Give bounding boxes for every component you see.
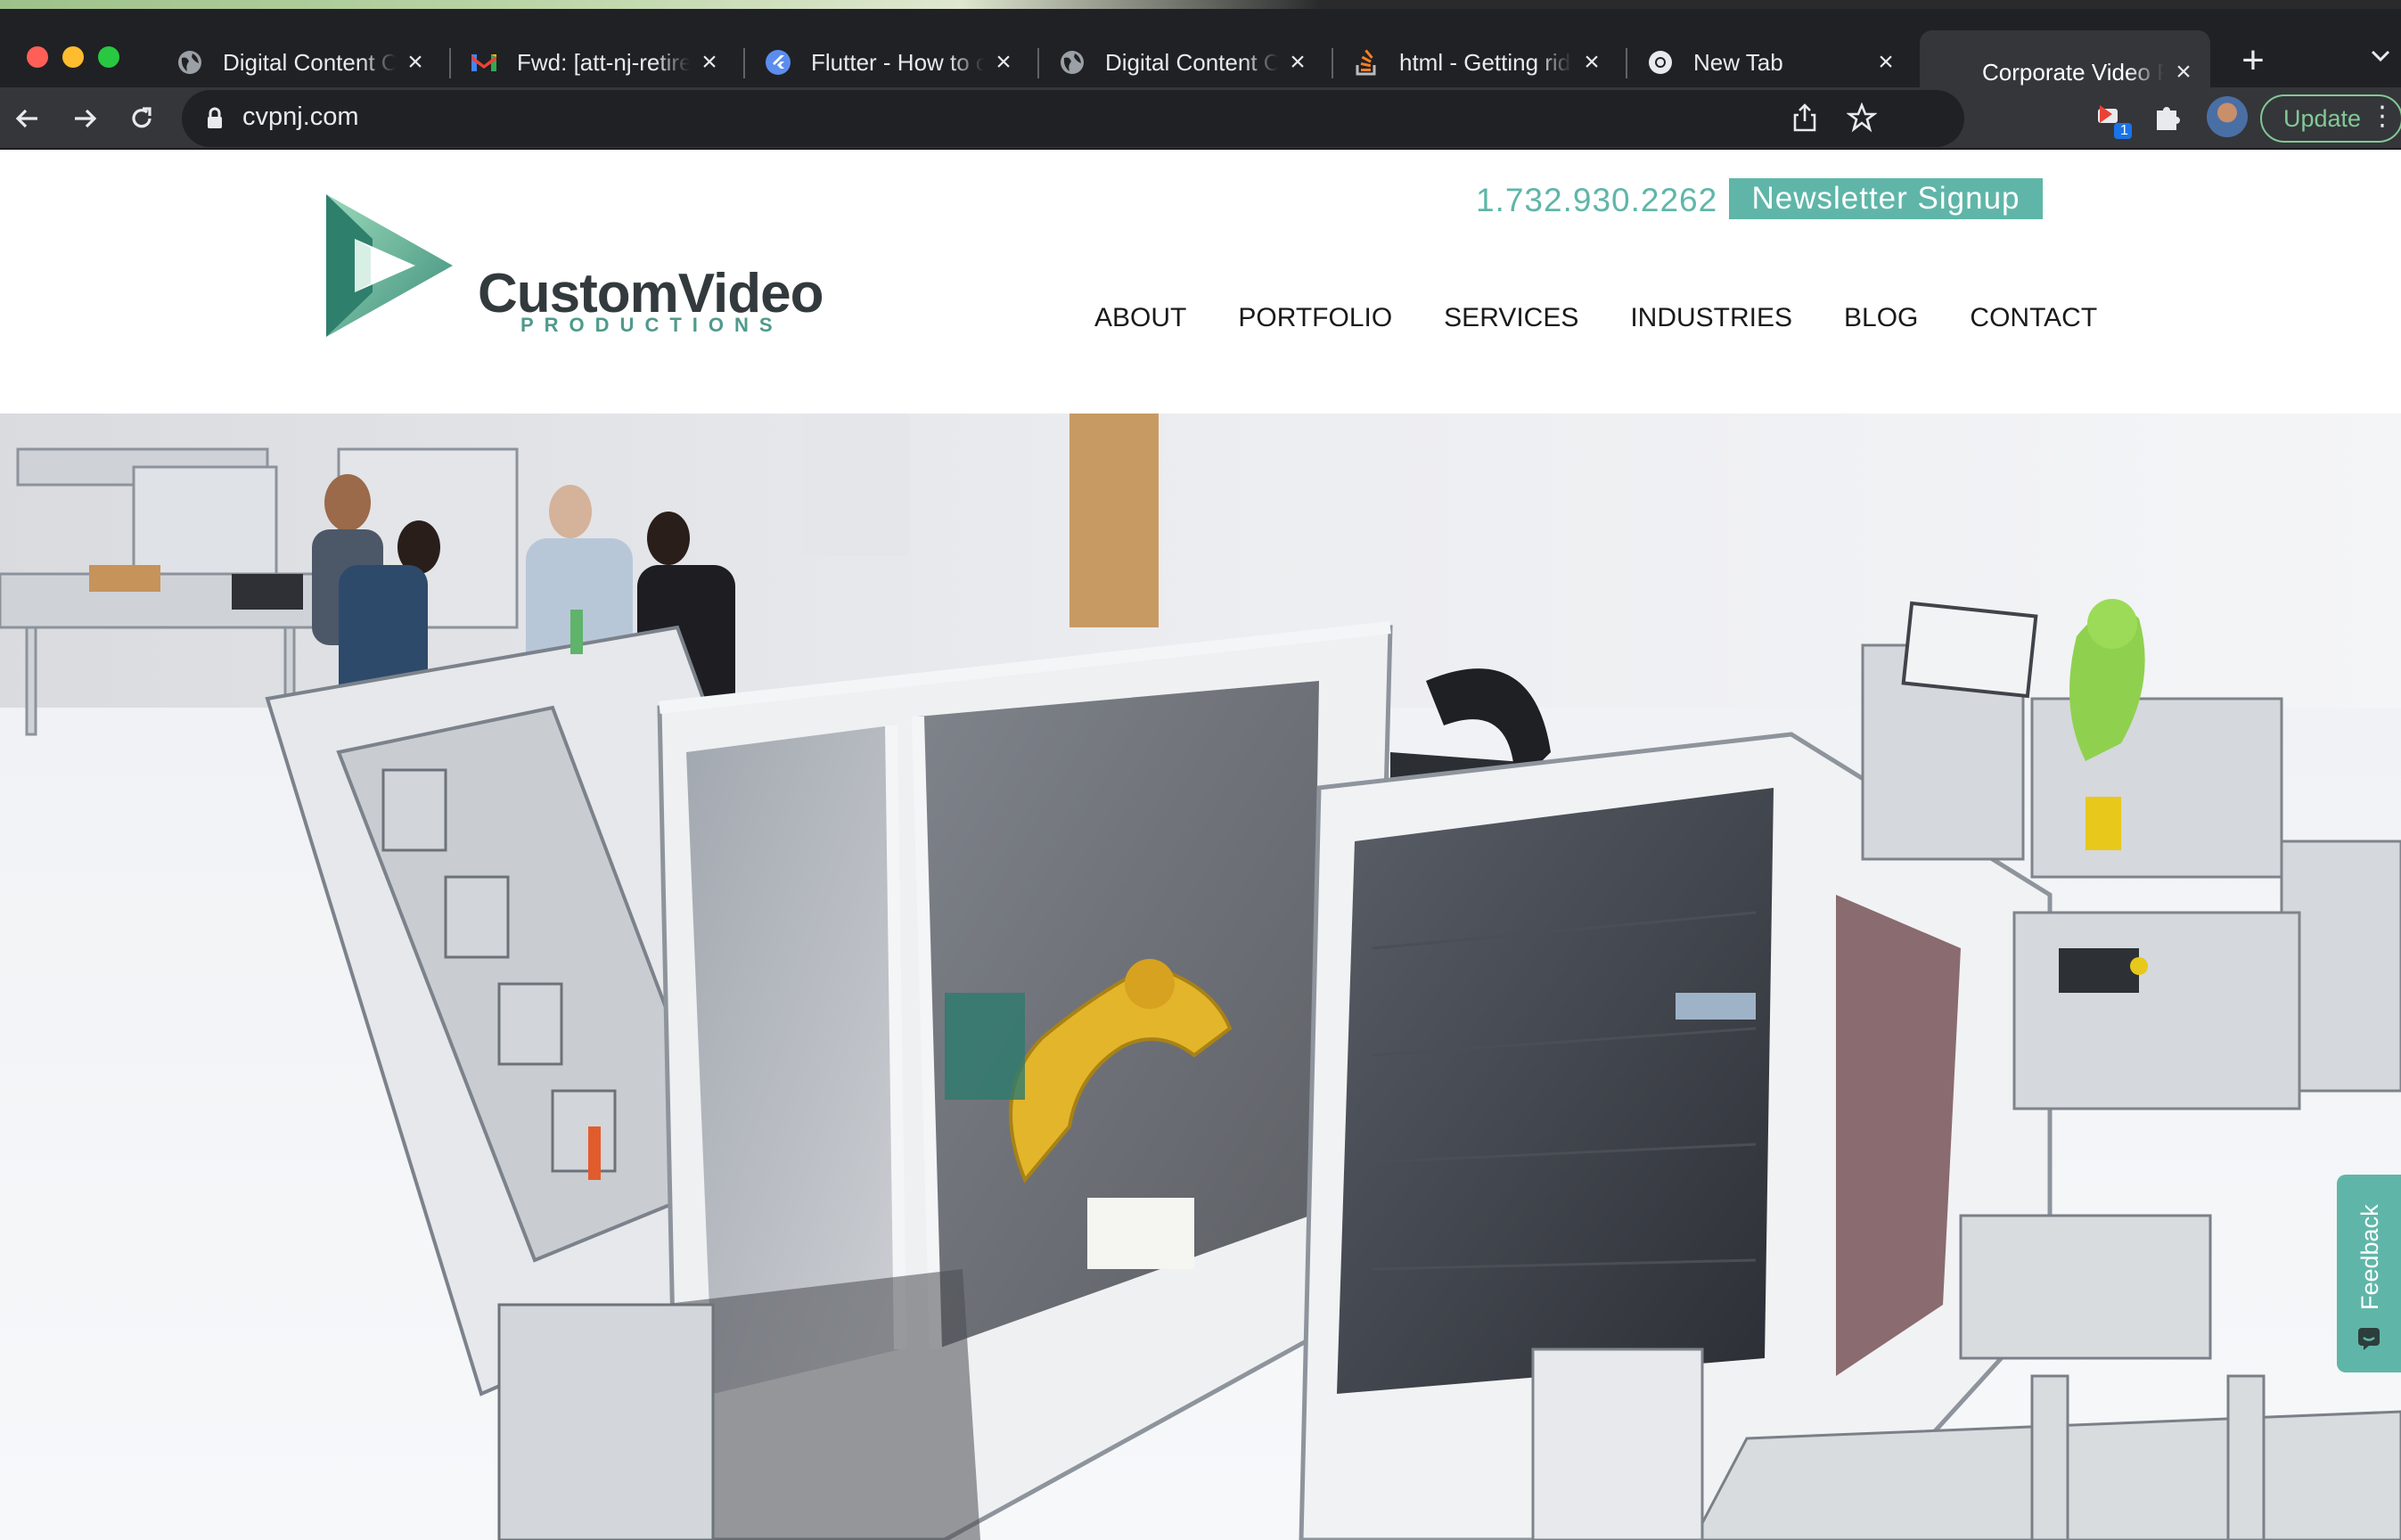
extensions-puzzle-icon[interactable] — [2151, 100, 2189, 137]
globe-icon — [1059, 49, 1086, 76]
back-button[interactable] — [7, 98, 48, 139]
arrow-left-icon — [15, 109, 37, 128]
browser-tab[interactable]: Fwd: [att-nj-retire × — [451, 29, 736, 96]
address-bar[interactable]: cvpnj.com — [182, 90, 1964, 147]
window-top-strip — [0, 0, 2401, 9]
nav-item-contact[interactable]: CONTACT — [1970, 303, 2097, 333]
share-icon[interactable] — [1791, 102, 1818, 133]
close-tab-icon[interactable]: × — [1579, 49, 1604, 76]
tab-title: Fwd: [att-nj-retire — [517, 48, 690, 76]
feedback-label: Feedback — [2356, 1204, 2383, 1311]
arrow-right-icon — [75, 109, 97, 128]
close-tab-icon[interactable]: × — [1873, 49, 1898, 76]
url-text: cvpnj.com — [242, 102, 359, 131]
reload-button[interactable] — [121, 98, 162, 139]
minimize-window-button[interactable] — [62, 46, 84, 68]
reload-icon — [132, 107, 152, 128]
chrome-icon — [1647, 49, 1674, 76]
close-tab-icon[interactable]: × — [697, 49, 722, 76]
tab-title: Digital Content Cr — [223, 48, 396, 76]
factory-robotics-scene — [0, 414, 2401, 1540]
tab-search-chevron-icon[interactable] — [2365, 41, 2401, 77]
feedback-chat-icon — [2358, 1328, 2380, 1350]
bookmark-star-icon[interactable] — [1847, 102, 1877, 133]
close-tab-icon[interactable]: × — [403, 49, 428, 76]
logo-subtitle: PRODUCTIONS — [520, 314, 783, 336]
extension-notification-icon[interactable]: 1 — [2094, 98, 2135, 139]
maximize-window-button[interactable] — [98, 46, 119, 68]
newsletter-signup-button[interactable]: Newsletter Signup — [1729, 178, 2043, 219]
nav-item-portfolio[interactable]: PORTFOLIO — [1238, 303, 1392, 333]
update-button[interactable]: Update ⋮ — [2260, 94, 2401, 143]
forward-button[interactable] — [64, 98, 105, 139]
play-logo-icon — [326, 194, 453, 337]
phone-link[interactable]: 1.732.930.2262 — [1476, 182, 1717, 219]
browser-tab[interactable]: Digital Content Cr × — [1039, 29, 1324, 96]
more-menu-icon[interactable]: ⋮ — [2369, 103, 2396, 130]
browser-tab[interactable]: Flutter - How to c × — [745, 29, 1030, 96]
main-nav: ABOUT PORTFOLIO SERVICES INDUSTRIES BLOG… — [1094, 303, 2097, 333]
nav-item-industries[interactable]: INDUSTRIES — [1630, 303, 1792, 333]
tab-title: New Tab — [1693, 48, 1783, 76]
nav-item-services[interactable]: SERVICES — [1444, 303, 1578, 333]
nav-item-about[interactable]: ABOUT — [1094, 303, 1186, 333]
stackoverflow-icon — [1353, 49, 1380, 76]
site-logo[interactable]: CustomVideo PRODUCTIONS — [319, 185, 824, 346]
tab-title: Corporate Video P — [1982, 58, 2164, 86]
update-label: Update — [2283, 104, 2362, 132]
close-tab-icon[interactable]: × — [1285, 49, 1310, 76]
browser-tab[interactable]: html - Getting rid × — [1333, 29, 1618, 96]
lock-icon[interactable] — [205, 106, 225, 131]
flutter-icon — [765, 49, 791, 76]
feedback-tab[interactable]: Feedback — [2337, 1175, 2401, 1372]
tab-title: Digital Content Cr — [1105, 48, 1278, 76]
tab-title: Flutter - How to c — [811, 48, 984, 76]
close-window-button[interactable] — [27, 46, 48, 68]
nav-item-blog[interactable]: BLOG — [1844, 303, 1918, 333]
profile-avatar[interactable] — [2207, 96, 2248, 137]
globe-icon — [176, 49, 203, 76]
tab-title: html - Getting rid — [1399, 48, 1571, 76]
gmail-icon — [471, 49, 497, 76]
close-tab-icon[interactable]: × — [991, 49, 1016, 76]
site-header: CustomVideo PRODUCTIONS 1.732.930.2262 N… — [0, 150, 2401, 414]
browser-tab[interactable]: Digital Content Cr × — [157, 29, 442, 96]
hero-image: Feedback — [0, 414, 2401, 1540]
new-tab-button[interactable]: + — [2235, 36, 2271, 86]
browser-toolbar: cvpnj.com 1 Update ⋮ — [0, 87, 2401, 150]
extension-badge-count: 1 — [2120, 123, 2128, 138]
browser-tab[interactable]: New Tab × — [1627, 29, 1913, 96]
close-tab-icon[interactable]: × — [2171, 59, 2196, 86]
